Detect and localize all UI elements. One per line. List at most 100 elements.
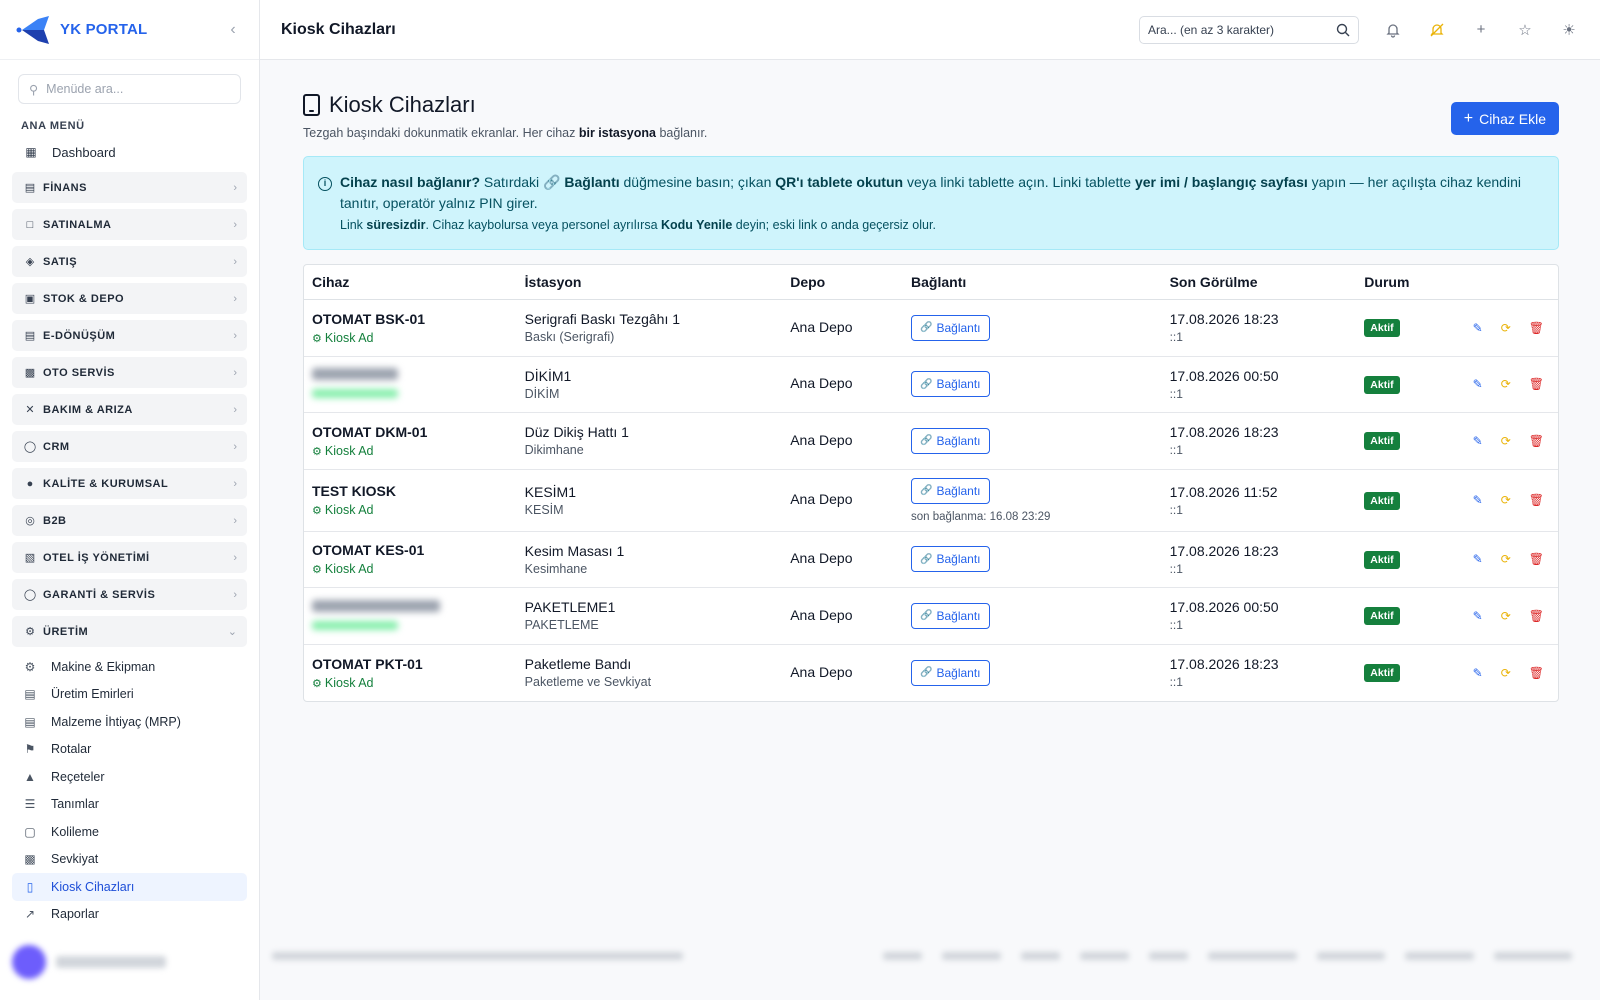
sidebar-group-garanti-servis[interactable]: ◯ GARANTİ & SERVİS ›: [12, 579, 247, 610]
chevron-right-icon: ›: [233, 181, 237, 194]
last-seen-ip: ::1: [1169, 618, 1183, 633]
edit-pencil-icon[interactable]: ✎: [1473, 321, 1483, 335]
tools-icon: ✕: [25, 404, 35, 416]
global-search-input[interactable]: Ara... (en az 3 karakter): [1139, 15, 1359, 44]
menu-search-input[interactable]: ⚲ Menüde ara...: [18, 74, 241, 104]
refresh-icon[interactable]: ⟳: [1501, 434, 1511, 448]
sidebar-group-crm[interactable]: ◯ CRM ›: [12, 431, 247, 462]
cell-connection: 🔗 Bağlantı: [911, 602, 1170, 629]
depo-name: Ana Depo: [790, 550, 853, 567]
sidebar-group-uretim[interactable]: ⚙ ÜRETİM ⌄: [12, 616, 247, 647]
user-profile[interactable]: [12, 942, 248, 982]
sidebar-group-satinalma[interactable]: □ SATINALMA ›: [12, 209, 247, 240]
station-group: KESİM: [524, 502, 564, 517]
brand-logo[interactable]: [16, 13, 50, 47]
connection-button[interactable]: 🔗 Bağlantı: [911, 602, 990, 629]
sidebar-group-stok-depo[interactable]: ▣ STOK & DEPO ›: [12, 283, 247, 314]
trash-icon[interactable]: 🗑: [1529, 434, 1544, 448]
chevron-right-icon: ›: [233, 551, 237, 564]
trash-icon[interactable]: 🗑: [1529, 666, 1544, 680]
cell-connection: 🔗 Bağlantı: [911, 314, 1170, 341]
info-fragment: Link: [340, 218, 367, 232]
plus-icon[interactable]: +: [1471, 20, 1491, 40]
trash-icon[interactable]: 🗑: [1529, 321, 1544, 335]
sidebar-item-dashboard[interactable]: ▦ Dashboard: [0, 138, 259, 166]
line-chart-icon: ↗: [24, 907, 36, 922]
connection-button[interactable]: 🔗 Bağlantı: [911, 659, 990, 686]
trash-icon[interactable]: 🗑: [1529, 377, 1544, 391]
connection-button[interactable]: 🔗 Bağlantı: [911, 371, 990, 398]
cell-actions: ✎ ⟳ 🗑: [1449, 666, 1558, 680]
cell-actions: ✎ ⟳ 🗑: [1449, 493, 1558, 507]
chevron-right-icon: ›: [233, 440, 237, 453]
sidebar-item-kiosk-cihazlari[interactable]: ▯ Kiosk Cihazları: [12, 873, 247, 901]
info-fragment: düğmesine basın; çıkan: [619, 174, 776, 190]
sidebar-item-receteler[interactable]: ▲ Reçeteler: [12, 763, 247, 791]
sidebar-group-otel[interactable]: ▧ OTEL İŞ YÖNETİMİ ›: [12, 542, 247, 573]
sidebar-group-kalite-kurumsal[interactable]: ● KALİTE & KURUMSAL ›: [12, 468, 247, 499]
status-badge: Aktif: [1364, 491, 1400, 510]
trash-icon[interactable]: 🗑: [1529, 552, 1544, 566]
refresh-icon[interactable]: ⟳: [1501, 493, 1511, 507]
chevron-right-icon: ›: [233, 477, 237, 490]
refresh-icon[interactable]: ⟳: [1501, 666, 1511, 680]
sidebar-item-mrp[interactable]: ▤ Malzeme İhtiyaç (MRP): [12, 708, 247, 736]
refresh-icon[interactable]: ⟳: [1501, 609, 1511, 623]
sun-icon[interactable]: ☀: [1559, 20, 1579, 40]
chevron-down-icon: ⌄: [227, 626, 237, 638]
connection-button[interactable]: 🔗 Bağlantı: [911, 427, 990, 454]
chevron-right-icon: ›: [233, 588, 237, 601]
edit-pencil-icon[interactable]: ✎: [1473, 666, 1483, 680]
sidebar-item-kolileme[interactable]: ▢ Kolileme: [12, 818, 247, 846]
sliders-icon: ☰: [24, 797, 36, 812]
sidebar-item-tanimlar[interactable]: ☰ Tanımlar: [12, 791, 247, 819]
search-icon[interactable]: [1336, 23, 1350, 37]
sidebar-group-satis[interactable]: ◈ SATIŞ ›: [12, 246, 247, 277]
connection-button[interactable]: 🔗 Bağlantı: [911, 477, 990, 504]
refresh-icon[interactable]: ⟳: [1501, 552, 1511, 566]
sidebar-item-uretim-emirleri[interactable]: ▤ Üretim Emirleri: [12, 681, 247, 709]
sidebar-group-e-donusum[interactable]: ▤ E-DÖNÜŞÜM ›: [12, 320, 247, 351]
info-icon: i: [318, 177, 332, 191]
edit-pencil-icon[interactable]: ✎: [1473, 552, 1483, 566]
sidebar-group-finans[interactable]: ▤ FİNANS ›: [12, 172, 247, 203]
connection-button[interactable]: 🔗 Bağlantı: [911, 314, 990, 341]
chevron-right-icon: ›: [233, 255, 237, 268]
device-sub-text: Kiosk Ad: [324, 675, 374, 690]
bell-icon[interactable]: [1383, 20, 1403, 40]
sidebar-group-label: OTO SERVİS: [43, 366, 115, 379]
sidebar-item-label: Sevkiyat: [51, 852, 99, 867]
sidebar-item-sevkiyat[interactable]: ▩ Sevkiyat: [12, 846, 247, 874]
cell-last-seen: 17.08.2026 00:50::1: [1170, 368, 1365, 401]
edit-pencil-icon[interactable]: ✎: [1473, 609, 1483, 623]
sidebar-group-bakim-ariza[interactable]: ✕ BAKIM & ARIZA ›: [12, 394, 247, 425]
sidebar-item-makine-ekipman[interactable]: ⚙ Makine & Ekipman: [12, 653, 247, 681]
edit-pencil-icon[interactable]: ✎: [1473, 493, 1483, 507]
edit-pencil-icon[interactable]: ✎: [1473, 434, 1483, 448]
connection-button[interactable]: 🔗 Bağlantı: [911, 546, 990, 573]
brand: YK PORTAL ‹: [0, 0, 259, 60]
bell-slash-icon[interactable]: [1427, 20, 1447, 40]
sidebar-item-raporlar[interactable]: ↗ Raporlar: [12, 901, 247, 929]
status-badge: Aktif: [1364, 432, 1400, 451]
refresh-icon[interactable]: ⟳: [1501, 377, 1511, 391]
sidebar-item-rotalar[interactable]: ⚑ Rotalar: [12, 736, 247, 764]
station-group: DİKİM: [524, 386, 560, 401]
sidebar-group-b2b[interactable]: ◎ B2B ›: [12, 505, 247, 536]
cell-station: KESİM1 KESİM: [525, 484, 791, 517]
edit-pencil-icon[interactable]: ✎: [1473, 377, 1483, 391]
link-icon: 🔗: [920, 553, 933, 565]
collapse-sidebar-icon[interactable]: ‹: [223, 21, 243, 39]
cell-device: TEST KIOSK ⚙ Kiosk Ad: [304, 483, 525, 517]
device-sub-redacted: [312, 619, 525, 633]
star-icon[interactable]: ☆: [1515, 20, 1535, 40]
add-device-button[interactable]: + Cihaz Ekle: [1450, 102, 1559, 135]
sidebar-group-oto-servis[interactable]: ▩ OTO SERVİS ›: [12, 357, 247, 388]
refresh-icon[interactable]: ⟳: [1501, 321, 1511, 335]
table-row: OTOMAT KES-01 ⚙ Kiosk Ad Kesim Masası 1 Kesi…: [304, 532, 1558, 588]
trash-icon[interactable]: 🗑: [1529, 609, 1544, 623]
trash-icon[interactable]: 🗑: [1529, 493, 1544, 507]
cell-device: OTOMAT DKM-01 ⚙ Kiosk Ad: [304, 424, 525, 458]
station-name: Paketleme Bandı: [524, 656, 632, 673]
station-group: PAKETLEME: [524, 618, 599, 633]
